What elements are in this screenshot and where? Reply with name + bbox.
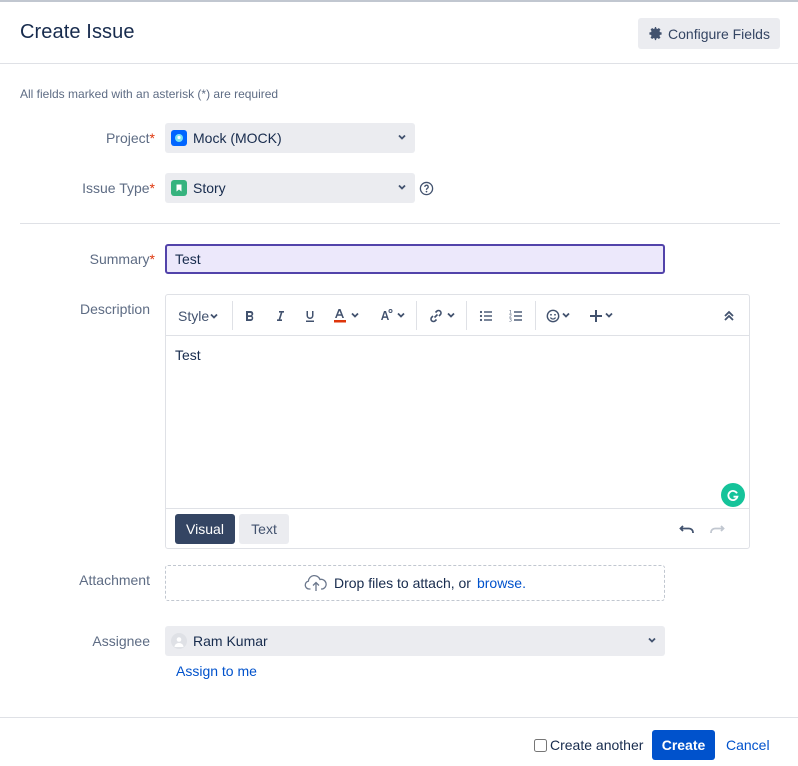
assignee-value: Ram Kumar (193, 633, 268, 649)
style-dropdown[interactable]: Style (178, 304, 219, 328)
configure-fields-button[interactable]: Configure Fields (638, 18, 780, 49)
svg-text:3: 3 (509, 318, 512, 324)
bullet-list-icon[interactable] (479, 304, 493, 328)
project-label-text: Project (105, 130, 150, 146)
chevron-down-icon (648, 637, 656, 643)
emoji-icon[interactable] (546, 304, 574, 328)
text-color-icon[interactable] (333, 304, 361, 328)
create-another-checkbox[interactable] (534, 738, 547, 752)
create-issue-dialog: Create Issue Configure Fields All fields… (0, 0, 798, 766)
chevron-down-icon (398, 134, 406, 140)
issue-type-select[interactable]: Story (165, 173, 415, 203)
more-formatting-icon[interactable] (379, 304, 407, 328)
grammarly-icon[interactable] (721, 483, 745, 507)
style-label: Style (178, 308, 210, 324)
chevron-down-icon (210, 313, 218, 319)
summary-input[interactable] (165, 244, 665, 274)
browse-link[interactable]: browse. (477, 575, 526, 591)
issue-type-label-text: Issue Type (82, 180, 150, 196)
description-editor: Style 1 2 3 Test Visual Text (165, 294, 750, 549)
assign-to-me-link[interactable]: Assign to me (176, 663, 257, 679)
project-select[interactable]: Mock (MOCK) (165, 123, 415, 153)
italic-icon[interactable] (273, 304, 287, 328)
section-divider (20, 223, 780, 224)
undo-icon[interactable] (679, 521, 695, 537)
required-marker: * (149, 130, 155, 146)
underline-icon[interactable] (303, 304, 317, 328)
assignee-select[interactable]: Ram Kumar (165, 626, 665, 656)
toolbar-separator (535, 301, 536, 330)
avatar (171, 633, 187, 649)
attachment-dropzone[interactable]: Drop files to attach, or browse. (165, 565, 665, 601)
editor-mode-bar: Visual Text (166, 508, 749, 548)
bold-icon[interactable] (243, 304, 257, 328)
toolbar-separator (232, 301, 233, 330)
chevron-down-icon (398, 184, 406, 190)
assignee-label: Assignee (92, 633, 150, 649)
issue-type-value: Story (193, 180, 226, 196)
editor-toolbar: Style 1 2 3 (166, 295, 749, 336)
insert-more-icon[interactable] (589, 304, 617, 328)
text-mode-tab[interactable]: Text (239, 514, 289, 544)
required-fields-note: All fields marked with an asterisk (*) a… (20, 87, 279, 101)
create-another-toggle[interactable]: Create another (534, 737, 643, 753)
collapse-toolbar-icon[interactable] (723, 304, 735, 328)
link-icon[interactable] (428, 304, 458, 328)
attachment-label: Attachment (79, 572, 150, 588)
cancel-button[interactable]: Cancel (726, 737, 770, 753)
configure-fields-label: Configure Fields (668, 25, 770, 42)
toolbar-separator (416, 301, 417, 330)
required-marker: * (149, 251, 155, 267)
issue-type-label: Issue Type* (5, 180, 155, 196)
description-content[interactable]: Test (175, 347, 201, 363)
project-label: Project* (5, 130, 155, 146)
redo-icon[interactable] (709, 521, 725, 537)
summary-label: Summary* (5, 251, 155, 267)
cloud-upload-icon (304, 575, 327, 591)
gear-icon (649, 26, 662, 41)
dialog-title: Create Issue (20, 21, 135, 43)
toolbar-separator (466, 301, 467, 330)
dialog-header: Create Issue Configure Fields (0, 2, 798, 64)
dialog-footer: Create another Create Cancel (0, 717, 798, 766)
help-icon[interactable] (419, 181, 434, 196)
project-value: Mock (MOCK) (193, 130, 282, 146)
drop-files-text: Drop files to attach, or (334, 575, 471, 591)
story-icon (171, 180, 187, 196)
visual-mode-tab[interactable]: Visual (175, 514, 235, 544)
project-avatar-icon (171, 130, 187, 146)
description-label: Description (79, 301, 150, 317)
create-button[interactable]: Create (652, 730, 715, 760)
summary-label-text: Summary (89, 251, 150, 267)
create-another-label: Create another (550, 737, 644, 753)
required-marker: * (149, 180, 155, 196)
numbered-list-icon[interactable]: 123 (509, 304, 523, 328)
